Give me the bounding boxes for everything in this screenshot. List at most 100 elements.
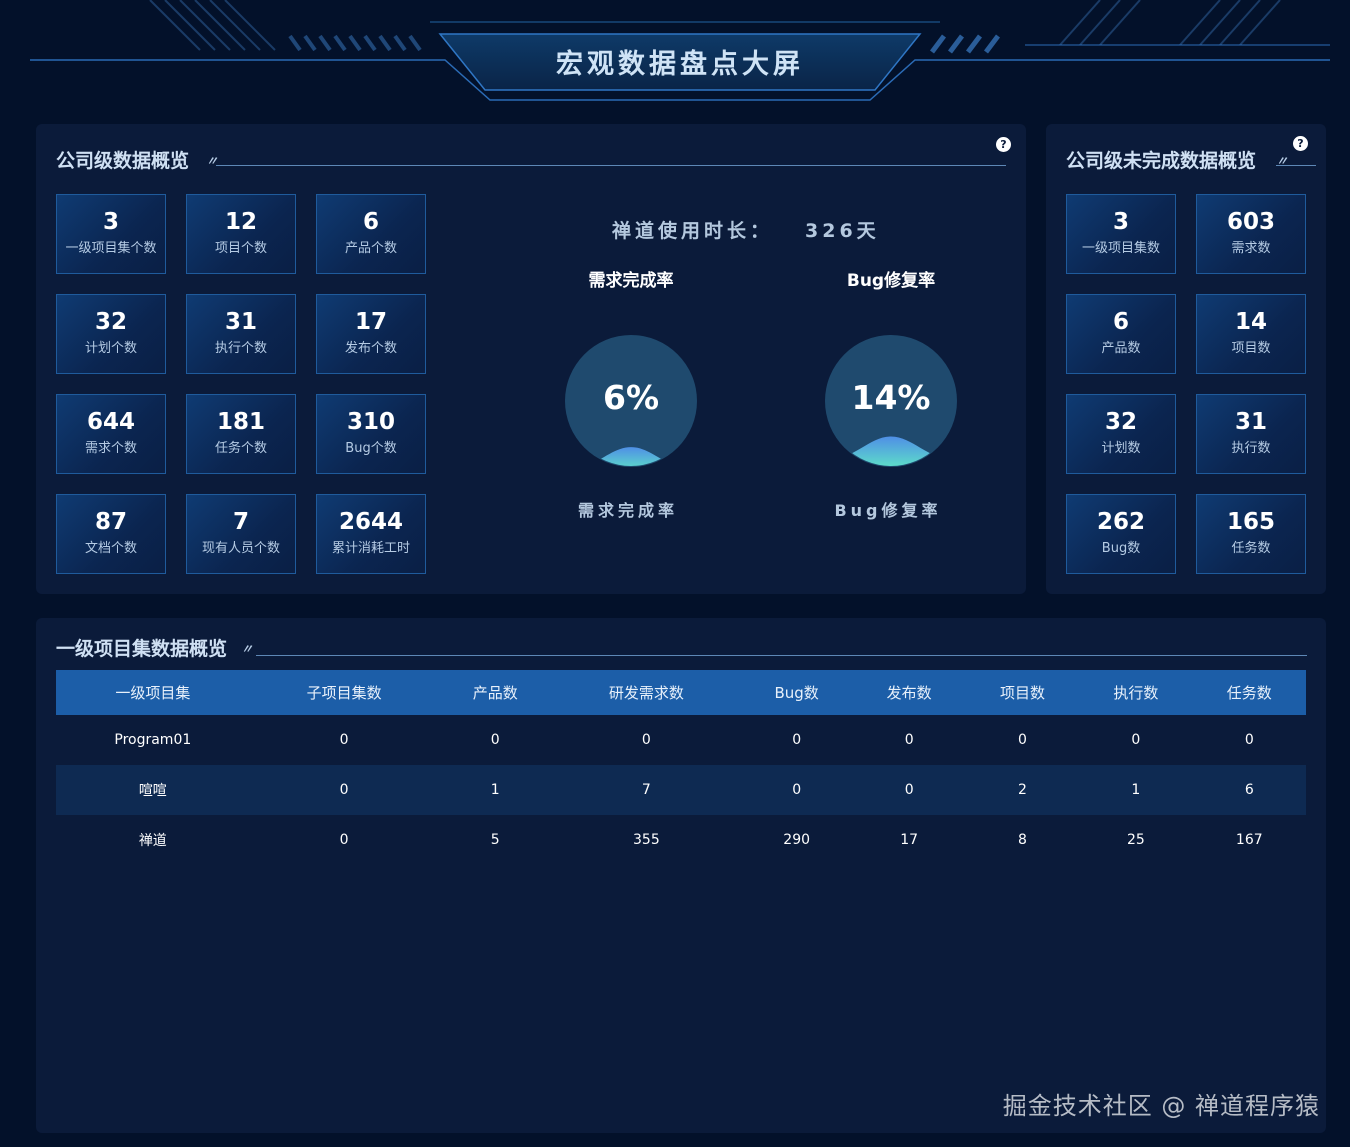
- table-row: 禅道 0 5 355 290 17 8 25 167: [56, 815, 1306, 865]
- table-cell: Program01: [114, 732, 192, 748]
- stat-label: 需求个数: [84, 441, 137, 456]
- table-cell: 0: [792, 732, 802, 748]
- incomplete-overview-title: 公司级未完成数据概览: [1066, 150, 1257, 172]
- program-overview-panel: 一级项目集数据概览 〃 一级项目集 子项目集数 产品数 研发需求数 Bug数 发布数 项目数…: [36, 618, 1326, 1133]
- stat-card: 6 产品数: [1066, 294, 1176, 374]
- column-header: 发布数: [852, 670, 966, 715]
- stat-card: 17 发布个数: [316, 294, 426, 374]
- table-cell: 1: [1079, 765, 1193, 815]
- story-completion-value: 6%: [602, 378, 660, 417]
- column-header: 项目数: [965, 670, 1080, 715]
- stat-value: 7: [232, 509, 249, 535]
- story-completion-gauge: 6%: [564, 334, 698, 468]
- stat-label: Bug个数: [345, 441, 397, 456]
- stat-card: 3 一级项目集数: [1066, 194, 1176, 274]
- stat-value: 3: [1112, 209, 1129, 235]
- table-cell: 355: [633, 832, 660, 848]
- table-cell: 6: [1192, 765, 1306, 815]
- stat-card: 14 项目数: [1196, 294, 1306, 374]
- table-header-row: 一级项目集 子项目集数 产品数 研发需求数 Bug数 发布数 项目数 执行数 任务数: [56, 670, 1306, 715]
- stat-label: Bug数: [1101, 541, 1141, 556]
- table-body: Program01 0 0 0 0 0 0 0 0 喧喧 0 1 7 0 0 2 1 6 禅道 0 5 355 290 17 8…: [56, 715, 1306, 865]
- stat-label: 执行数: [1231, 441, 1271, 456]
- stat-card: 644 需求个数: [56, 394, 166, 474]
- stat-card: 603 需求数: [1196, 194, 1306, 274]
- table-cell: 0: [1131, 732, 1141, 748]
- stat-label: 任务数: [1231, 541, 1271, 556]
- stat-label: 计划个数: [84, 341, 137, 356]
- stat-value: 644: [86, 409, 135, 435]
- stat-label: 需求数: [1231, 241, 1271, 256]
- stat-label: 产品个数: [344, 241, 397, 256]
- stat-value: 6: [1112, 309, 1129, 335]
- stat-card: 181 任务个数: [186, 394, 296, 474]
- stat-card: 32 计划个数: [56, 294, 166, 374]
- stat-value: 17: [354, 309, 387, 335]
- stat-card: 2644 累计消耗工时: [316, 494, 426, 574]
- title-underline: [216, 165, 1006, 166]
- table-cell: 0: [740, 765, 853, 815]
- table-row: Program01 0 0 0 0 0 0 0 0: [56, 715, 1306, 765]
- stat-label: 产品数: [1101, 341, 1141, 356]
- stat-value: 87: [94, 509, 127, 535]
- table-cell: 0: [1244, 732, 1254, 748]
- title-underline: [1276, 165, 1316, 166]
- bug-fix-title: Bug修复率: [846, 271, 936, 291]
- usage-duration-label: 禅道使用时长：: [612, 220, 774, 242]
- stat-label: 发布个数: [344, 341, 397, 356]
- stat-value: 181: [216, 409, 265, 435]
- table-cell: 7: [551, 765, 741, 815]
- stat-label: 项目数: [1231, 341, 1271, 356]
- stat-card: 262 Bug数: [1066, 494, 1176, 574]
- stat-value: 262: [1096, 509, 1145, 535]
- column-header: 一级项目集: [56, 670, 250, 715]
- stat-value: 310: [346, 409, 395, 435]
- stat-label: 文档个数: [84, 541, 137, 556]
- table-cell: 290: [783, 832, 811, 848]
- table-cell: 0: [641, 732, 651, 748]
- company-overview-title: 公司级数据概览: [56, 150, 190, 172]
- stat-card: 32 计划数: [1066, 394, 1176, 474]
- table-cell: 25: [1126, 832, 1145, 848]
- stat-card: 6 产品个数: [316, 194, 426, 274]
- title-tick-icon: 〃: [241, 642, 254, 656]
- stat-card: 12 项目个数: [186, 194, 296, 274]
- table-cell: 5: [490, 832, 500, 848]
- question-circle-icon[interactable]: ?: [996, 137, 1011, 152]
- page-header: 宏观数据盘点大屏: [0, 0, 1350, 110]
- table-cell: 禅道: [138, 833, 167, 849]
- story-completion-caption: 需求完成率: [577, 501, 678, 520]
- stat-value: 31: [1234, 409, 1267, 435]
- incomplete-overview-panel: 公司级未完成数据概览 〃 ? 3 一级项目集数 603 需求数 6 产品数 14 项目数 32 计…: [1046, 124, 1326, 594]
- stat-value: 603: [1226, 209, 1275, 235]
- stat-label: 一级项目集个数: [65, 241, 157, 256]
- stat-value: 2644: [338, 509, 403, 535]
- stat-card: 31 执行个数: [186, 294, 296, 374]
- table-row: 喧喧 0 1 7 0 0 2 1 6: [56, 765, 1306, 815]
- title-underline: [256, 655, 1307, 656]
- table-cell: 1: [438, 765, 552, 815]
- title-tick-icon: 〃: [206, 154, 219, 168]
- bug-fix-gauge: 14%: [824, 334, 958, 468]
- stat-value: 12: [224, 209, 257, 235]
- stat-label: 项目个数: [214, 241, 267, 256]
- stat-label: 执行个数: [214, 341, 267, 356]
- table-cell: 17: [900, 832, 919, 848]
- table-cell: 0: [852, 765, 966, 815]
- story-completion-title: 需求完成率: [588, 271, 674, 291]
- bug-fix-value: 14%: [851, 378, 931, 417]
- table-cell: 0: [1018, 732, 1027, 748]
- column-header: Bug数: [740, 670, 853, 715]
- question-circle-icon[interactable]: ?: [1293, 136, 1308, 151]
- stat-label: 现有人员个数: [201, 541, 280, 556]
- program-overview-title: 一级项目集数据概览: [56, 638, 228, 660]
- table-cell: 2: [965, 765, 1080, 815]
- table-cell: 0: [490, 732, 500, 748]
- page-title: 宏观数据盘点大屏: [556, 49, 804, 80]
- stat-label: 累计消耗工时: [331, 541, 410, 556]
- stat-value: 32: [1104, 409, 1137, 435]
- column-header: 研发需求数: [551, 670, 741, 715]
- stat-value: 14: [1234, 309, 1267, 335]
- program-table: 一级项目集 子项目集数 产品数 研发需求数 Bug数 发布数 项目数 执行数 任务数 Progr…: [56, 670, 1306, 865]
- table-cell: 喧喧: [56, 765, 250, 815]
